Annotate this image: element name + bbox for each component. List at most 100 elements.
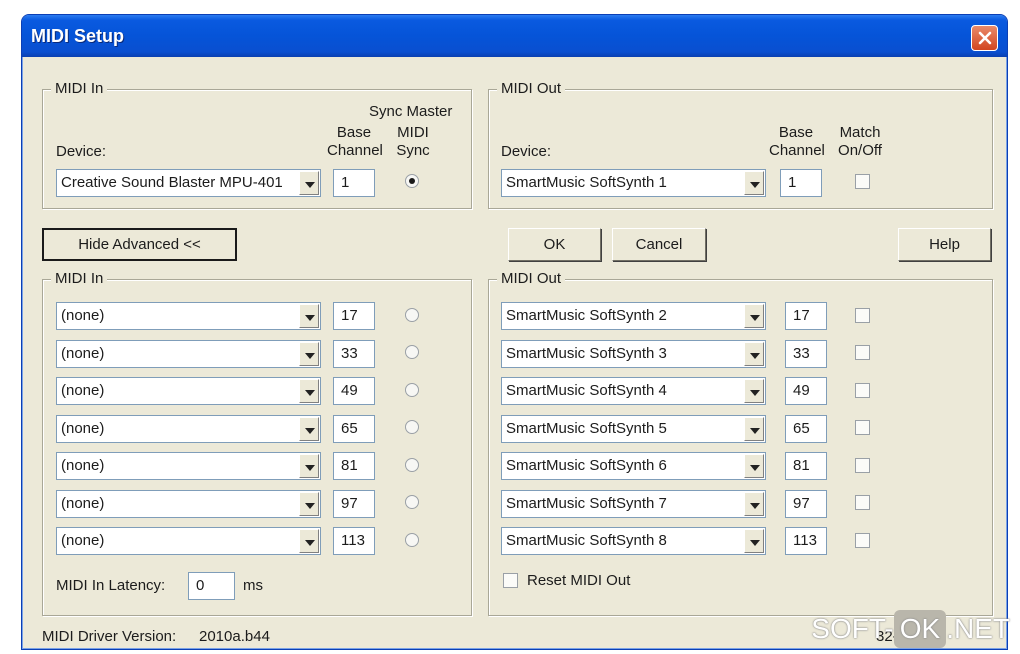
help-button[interactable]: Help bbox=[898, 228, 991, 261]
chevron-down-icon[interactable] bbox=[299, 342, 319, 366]
midi-out-row-match-checkbox[interactable] bbox=[855, 533, 870, 548]
dialog-client-area: MIDI In Sync Master Base Channel MIDI Sy… bbox=[26, 57, 1003, 647]
midi-in-base-channel-label: Base Channel bbox=[327, 124, 383, 159]
chevron-down-icon[interactable] bbox=[744, 304, 764, 328]
chevron-down-icon[interactable] bbox=[744, 342, 764, 366]
match-on-off-label: Match On/Off bbox=[838, 124, 882, 159]
midi-out-row-match-checkbox[interactable] bbox=[855, 495, 870, 510]
midi-in-row-channel-input[interactable]: 65 bbox=[333, 415, 375, 443]
match-on-off-checkbox[interactable] bbox=[855, 174, 870, 189]
midi-in-row-channel-input[interactable]: 81 bbox=[333, 452, 375, 480]
midi-out-row-channel-input[interactable]: 33 bbox=[785, 340, 827, 368]
midi-out-row-device-dropdown[interactable]: SmartMusic SoftSynth 4 bbox=[501, 377, 766, 405]
midi-out-row-match-checkbox[interactable] bbox=[855, 345, 870, 360]
midi-in-device-value: Creative Sound Blaster MPU-401 bbox=[61, 174, 283, 191]
midi-in-row-sync-radio[interactable] bbox=[405, 383, 419, 397]
midi-in-row-sync-radio[interactable] bbox=[405, 495, 419, 509]
midi-in-latency-input[interactable]: 0 bbox=[188, 572, 235, 600]
midi-sync-radio[interactable] bbox=[405, 174, 419, 188]
chevron-down-icon[interactable] bbox=[299, 492, 319, 516]
midi-out-base-channel-label: Base Channel bbox=[769, 124, 825, 159]
midi-in-row-device-value: (none) bbox=[61, 345, 105, 362]
midi-out-row-device-value: SmartMusic SoftSynth 8 bbox=[506, 532, 667, 549]
midi-out-row-device-dropdown[interactable]: SmartMusic SoftSynth 5 bbox=[501, 415, 766, 443]
midi-in-row-device-dropdown[interactable]: (none) bbox=[56, 340, 321, 368]
midi-in-row-device-value: (none) bbox=[61, 382, 105, 399]
ok-button[interactable]: OK bbox=[508, 228, 601, 261]
watermark-left: SOFT- bbox=[811, 613, 894, 644]
midi-in-row-sync-radio[interactable] bbox=[405, 458, 419, 472]
midi-out-row-channel-input[interactable]: 113 bbox=[785, 527, 827, 555]
midi-out-advanced-group: MIDI Out SmartMusic SoftSynth 2 17 Smart… bbox=[488, 270, 993, 616]
midi-out-device-label: Device: bbox=[501, 143, 552, 160]
midi-in-device-dropdown[interactable]: Creative Sound Blaster MPU-401 bbox=[56, 169, 321, 197]
chevron-down-icon[interactable] bbox=[744, 379, 764, 403]
midi-in-row-channel-input[interactable]: 33 bbox=[333, 340, 375, 368]
midi-out-group: MIDI Out Base Channel Match On/Off Devic… bbox=[488, 80, 993, 209]
midi-out-row-channel-input[interactable]: 97 bbox=[785, 490, 827, 518]
midi-in-row-device-dropdown[interactable]: (none) bbox=[56, 527, 321, 555]
midi-out-row-device-dropdown[interactable]: SmartMusic SoftSynth 7 bbox=[501, 490, 766, 518]
chevron-down-icon[interactable] bbox=[744, 529, 764, 553]
title-bar[interactable]: MIDI Setup bbox=[22, 15, 1007, 57]
chevron-down-icon[interactable] bbox=[299, 304, 319, 328]
cancel-button[interactable]: Cancel bbox=[612, 228, 706, 261]
midi-in-row-device-dropdown[interactable]: (none) bbox=[56, 490, 321, 518]
midi-in-row-channel-input[interactable]: 113 bbox=[333, 527, 375, 555]
midi-in-row-channel-input[interactable]: 49 bbox=[333, 377, 375, 405]
chevron-down-icon[interactable] bbox=[299, 171, 319, 195]
midi-in-row-device-dropdown[interactable]: (none) bbox=[56, 452, 321, 480]
watermark-right: .NET bbox=[946, 613, 1010, 644]
midi-in-advanced-group-title: MIDI In bbox=[51, 270, 108, 288]
watermark: SOFT- OK .NET bbox=[811, 610, 1010, 648]
midi-out-row-channel-input[interactable]: 81 bbox=[785, 452, 827, 480]
reset-midi-out-label[interactable]: Reset MIDI Out bbox=[527, 572, 630, 590]
close-button[interactable] bbox=[971, 25, 998, 51]
midi-in-row-device-value: (none) bbox=[61, 495, 105, 512]
midi-out-row-channel-input[interactable]: 49 bbox=[785, 377, 827, 405]
midi-out-base-channel-input[interactable]: 1 bbox=[780, 169, 822, 197]
midi-in-row-device-value: (none) bbox=[61, 532, 105, 549]
midi-in-group-title: MIDI In bbox=[51, 80, 108, 98]
chevron-down-icon[interactable] bbox=[744, 417, 764, 441]
midi-setup-window: MIDI Setup MIDI In Sync Master Base Chan… bbox=[21, 14, 1008, 650]
midi-out-row-device-dropdown[interactable]: SmartMusic SoftSynth 3 bbox=[501, 340, 766, 368]
midi-in-row-channel-input[interactable]: 17 bbox=[333, 302, 375, 330]
midi-out-row-match-checkbox[interactable] bbox=[855, 308, 870, 323]
midi-in-row-sync-radio[interactable] bbox=[405, 345, 419, 359]
midi-out-row-channel-input[interactable]: 65 bbox=[785, 415, 827, 443]
midi-in-row-sync-radio[interactable] bbox=[405, 308, 419, 322]
midi-out-row-match-checkbox[interactable] bbox=[855, 458, 870, 473]
chevron-down-icon[interactable] bbox=[299, 417, 319, 441]
chevron-down-icon[interactable] bbox=[744, 454, 764, 478]
midi-out-row-device-dropdown[interactable]: SmartMusic SoftSynth 8 bbox=[501, 527, 766, 555]
midi-in-row-device-dropdown[interactable]: (none) bbox=[56, 415, 321, 443]
midi-out-row-match-checkbox[interactable] bbox=[855, 420, 870, 435]
chevron-down-icon[interactable] bbox=[299, 529, 319, 553]
midi-in-row-sync-radio[interactable] bbox=[405, 533, 419, 547]
chevron-down-icon[interactable] bbox=[299, 379, 319, 403]
midi-out-row-device-dropdown[interactable]: SmartMusic SoftSynth 2 bbox=[501, 302, 766, 330]
midi-in-row-channel-input[interactable]: 97 bbox=[333, 490, 375, 518]
reset-midi-out-checkbox[interactable] bbox=[503, 573, 518, 588]
hide-advanced-button[interactable]: Hide Advanced << bbox=[42, 228, 237, 261]
close-icon bbox=[978, 31, 992, 45]
chevron-down-icon[interactable] bbox=[744, 171, 764, 195]
midi-in-row-device-dropdown[interactable]: (none) bbox=[56, 302, 321, 330]
midi-out-row-match-checkbox[interactable] bbox=[855, 383, 870, 398]
chevron-down-icon[interactable] bbox=[744, 492, 764, 516]
midi-in-row-device-value: (none) bbox=[61, 457, 105, 474]
midi-out-row-device-value: SmartMusic SoftSynth 2 bbox=[506, 307, 667, 324]
midi-out-row-channel-input[interactable]: 17 bbox=[785, 302, 827, 330]
midi-out-row-device-dropdown[interactable]: SmartMusic SoftSynth 6 bbox=[501, 452, 766, 480]
midi-sync-label: MIDI Sync bbox=[396, 124, 430, 159]
midi-out-advanced-group-title: MIDI Out bbox=[497, 270, 566, 288]
midi-in-row-sync-radio[interactable] bbox=[405, 420, 419, 434]
midi-in-base-channel-input[interactable]: 1 bbox=[333, 169, 375, 197]
chevron-down-icon[interactable] bbox=[299, 454, 319, 478]
midi-out-group-title: MIDI Out bbox=[497, 80, 566, 98]
midi-in-device-label: Device: bbox=[56, 143, 107, 160]
midi-out-device-dropdown[interactable]: SmartMusic SoftSynth 1 bbox=[501, 169, 766, 197]
midi-out-row-device-value: SmartMusic SoftSynth 7 bbox=[506, 495, 667, 512]
midi-in-row-device-dropdown[interactable]: (none) bbox=[56, 377, 321, 405]
